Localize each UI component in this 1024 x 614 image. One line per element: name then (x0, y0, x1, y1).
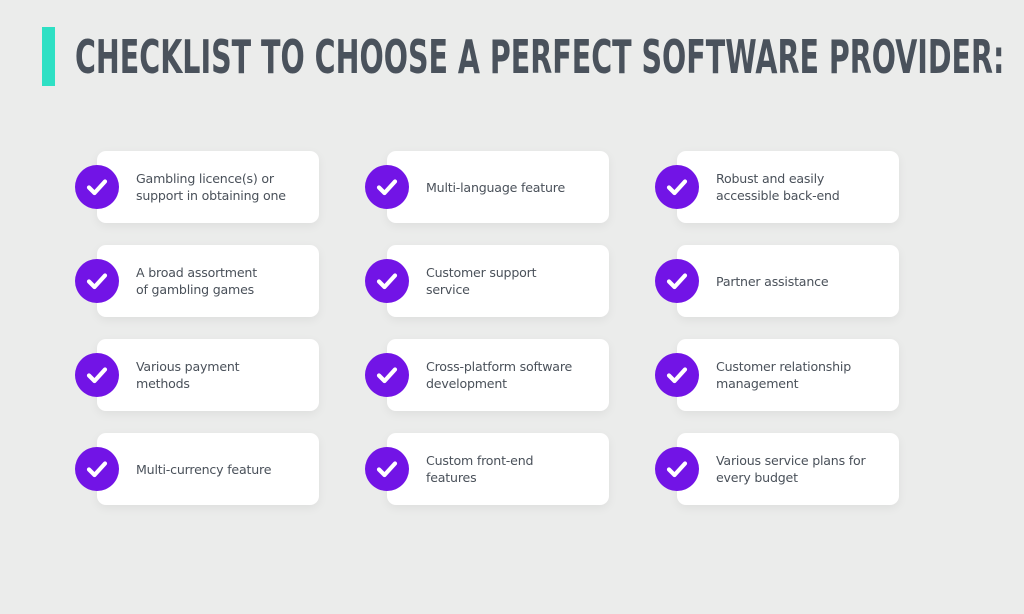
checklist-item-label: Gambling licence(s) or support in obtain… (136, 171, 286, 203)
checklist-item-label: Multi-currency feature (136, 461, 272, 477)
checklist-card: Various payment methods (75, 339, 319, 411)
check-circle-icon (75, 165, 119, 209)
checklist-item-text-wrap: Cross-platform software development (426, 339, 599, 411)
check-circle-icon (655, 353, 699, 397)
check-circle-icon (365, 259, 409, 303)
checklist-card: Customer relationship management (655, 339, 899, 411)
checklist-item-text-wrap: Customer relationship management (716, 339, 889, 411)
checklist-item-label: A broad assortment of gambling games (136, 265, 257, 297)
checklist-item-label: Robust and easily accessible back-end (716, 171, 840, 203)
checklist-item-label: Various payment methods (136, 359, 240, 391)
checklist-item-label: Multi-language feature (426, 179, 566, 195)
checklist-card: Robust and easily accessible back-end (655, 151, 899, 223)
check-circle-icon (655, 259, 699, 303)
checklist-card: Multi-language feature (365, 151, 609, 223)
checklist-card: A broad assortment of gambling games (75, 245, 319, 317)
checklist-item-text-wrap: A broad assortment of gambling games (136, 245, 309, 317)
checklist-item-text-wrap: Custom front-end features (426, 433, 599, 505)
checklist-card: Partner assistance (655, 245, 899, 317)
checklist-card: Customer support service (365, 245, 609, 317)
check-circle-icon (75, 259, 119, 303)
checklist-item-text-wrap: Partner assistance (716, 245, 889, 317)
check-circle-icon (75, 353, 119, 397)
check-circle-icon (75, 447, 119, 491)
checklist-item-label: Custom front-end features (426, 453, 534, 485)
checklist-item-label: Customer relationship management (716, 359, 852, 391)
checklist-item-label: Cross-platform software development (426, 359, 573, 391)
checklist-item-label: Various service plans for every budget (716, 453, 866, 485)
checklist-item-text-wrap: Multi-language feature (426, 151, 599, 223)
checklist-card: Various service plans for every budget (655, 433, 899, 505)
page-title: CHECKLIST TO CHOOSE A PERFECT SOFTWARE P… (75, 30, 1005, 84)
checklist-card: Multi-currency feature (75, 433, 319, 505)
checklist-card: Cross-platform software development (365, 339, 609, 411)
checklist-card: Custom front-end features (365, 433, 609, 505)
check-circle-icon (365, 353, 409, 397)
check-circle-icon (365, 447, 409, 491)
checklist-item-text-wrap: Various payment methods (136, 339, 309, 411)
checklist-item-label: Partner assistance (716, 273, 829, 289)
check-circle-icon (365, 165, 409, 209)
title-accent-bar (42, 27, 55, 86)
checklist-card: Gambling licence(s) or support in obtain… (75, 151, 319, 223)
checklist-item-text-wrap: Customer support service (426, 245, 599, 317)
check-circle-icon (655, 165, 699, 209)
checklist-item-label: Customer support service (426, 265, 537, 297)
check-circle-icon (655, 447, 699, 491)
checklist-item-text-wrap: Gambling licence(s) or support in obtain… (136, 151, 309, 223)
checklist-item-text-wrap: Robust and easily accessible back-end (716, 151, 889, 223)
checklist-item-text-wrap: Multi-currency feature (136, 433, 309, 505)
checklist-item-text-wrap: Various service plans for every budget (716, 433, 889, 505)
